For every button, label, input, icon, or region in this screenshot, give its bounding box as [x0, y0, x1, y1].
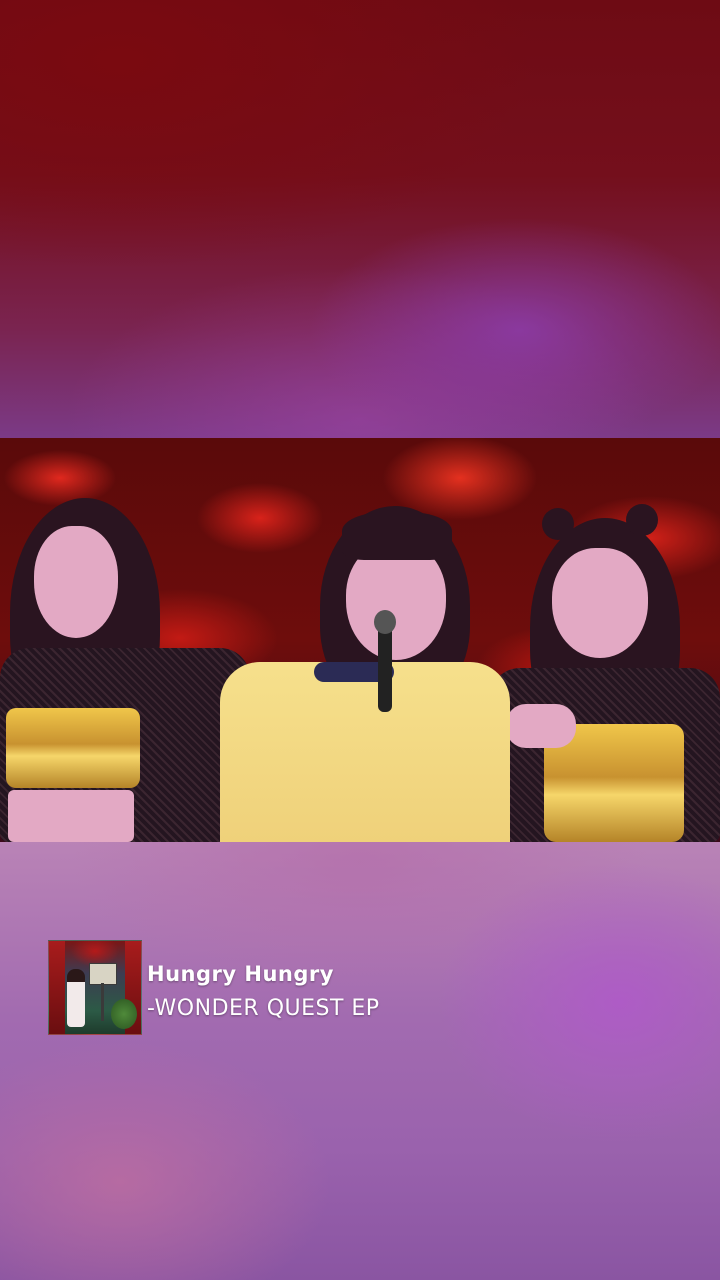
- album-art-signpost: [101, 983, 104, 1021]
- album-art-figure: [67, 969, 85, 1027]
- performer-right-hand: [506, 704, 576, 748]
- blurred-background-bottom: [0, 842, 720, 1280]
- performer-left-face: [34, 526, 118, 638]
- microphone-head: [374, 610, 396, 634]
- album-art-sign: [89, 963, 117, 985]
- performer-right-bun-left: [542, 508, 574, 540]
- song-title[interactable]: Hungry Hungry: [147, 962, 334, 986]
- performer-right-bun-right: [626, 504, 658, 536]
- reel-page: Hungry Hungry -WONDER QUEST EP: [0, 0, 720, 1280]
- performer-right-face: [552, 548, 648, 658]
- album-art-curtain-left: [49, 941, 65, 1034]
- album-art-plant: [111, 999, 137, 1029]
- video-frame[interactable]: [0, 438, 720, 842]
- microphone: [378, 626, 392, 712]
- performer-center-bangs: [342, 512, 452, 560]
- album-art[interactable]: [48, 940, 142, 1035]
- performer-center: [210, 506, 510, 842]
- album-title[interactable]: -WONDER QUEST EP: [147, 996, 380, 1021]
- performer-left-waist: [8, 790, 134, 842]
- performer-left-top: [6, 708, 140, 788]
- performer-center-top: [220, 662, 510, 842]
- performer-right: [490, 504, 720, 842]
- blurred-background-top: [0, 0, 720, 438]
